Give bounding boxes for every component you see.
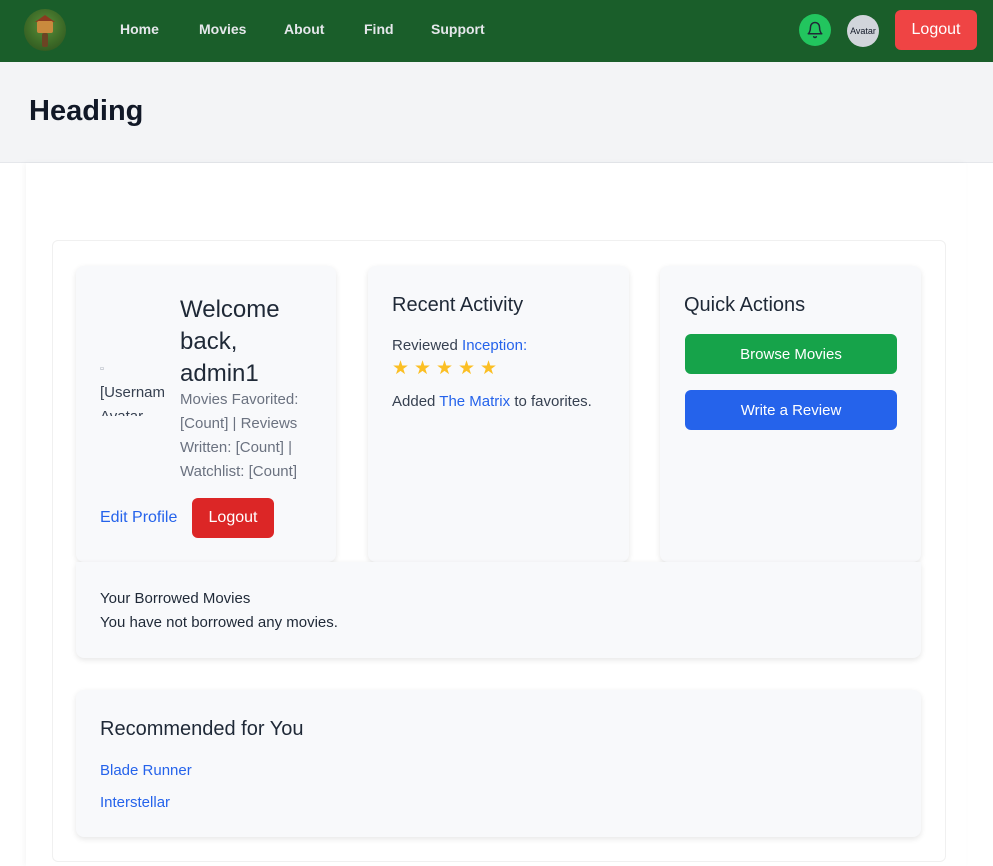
logo-trunk [42, 33, 48, 47]
activity-added-suffix: to favorites. [514, 393, 592, 410]
activity-favorite-line: Added The Matrix to favorites. [392, 390, 592, 414]
borrowed-empty-text: You have not borrowed any movies. [100, 614, 338, 631]
nav-link-find[interactable]: Find [364, 21, 394, 37]
nav-link-about[interactable]: About [284, 21, 324, 37]
nav-link-home[interactable]: Home [120, 21, 159, 37]
recommended-item-blade-runner[interactable]: Blade Runner [100, 762, 192, 779]
star-icon: ★ [436, 358, 454, 379]
quick-actions-heading: Quick Actions [684, 294, 806, 316]
browse-movies-button[interactable]: Browse Movies [685, 334, 897, 374]
bell-icon [807, 21, 823, 39]
user-stats: Movies Favorited: [Count] | Reviews Writ… [180, 391, 299, 480]
star-icon: ★ [392, 358, 410, 379]
movie-link-the-matrix[interactable]: The Matrix [439, 393, 510, 410]
nav-link-support[interactable]: Support [431, 21, 485, 37]
borrowed-movies-card: Your Borrowed Movies You have not borrow… [76, 562, 921, 658]
user-avatar[interactable]: Avatar [847, 15, 879, 47]
movie-link-inception[interactable]: Inception [462, 337, 523, 354]
star-icon: ★ [414, 358, 432, 379]
activity-added-prefix: Added [392, 393, 436, 410]
page-header: Heading [0, 62, 993, 163]
profile-avatar-image: ▫ [Username] Avatar [100, 356, 164, 416]
write-review-button[interactable]: Write a Review [685, 390, 897, 430]
activity-review-prefix: Reviewed [392, 337, 458, 354]
star-icon: ★ [458, 358, 476, 379]
card-logout-button[interactable]: Logout [192, 498, 274, 538]
recommended-heading: Recommended for You [100, 718, 304, 740]
quick-actions-card: Quick Actions Browse Movies Write a Revi… [660, 266, 921, 562]
logo-house [37, 21, 53, 33]
activity-review-line: Reviewed Inception: [392, 334, 527, 358]
welcome-card: ▫ [Username] Avatar Welcome back, admin1… [76, 266, 336, 562]
star-icon: ★ [480, 358, 498, 379]
recent-activity-card: Recent Activity Reviewed Inception: ★ ★ … [368, 266, 629, 562]
notifications-button[interactable] [799, 14, 831, 46]
nav-link-movies[interactable]: Movies [199, 21, 246, 37]
treehouse-logo[interactable] [24, 9, 66, 51]
page-title: Heading [29, 95, 144, 127]
top-navbar: Home Movies About Find Support Avatar Lo… [0, 0, 993, 62]
recommended-item-interstellar[interactable]: Interstellar [100, 794, 170, 811]
rating-stars: ★ ★ ★ ★ ★ [392, 358, 499, 379]
recent-activity-heading: Recent Activity [392, 294, 524, 316]
borrowed-heading: Your Borrowed Movies [100, 590, 251, 607]
edit-profile-link[interactable]: Edit Profile [100, 509, 177, 527]
activity-review-suffix: : [522, 337, 528, 354]
nav-logout-button[interactable]: Logout [895, 10, 977, 50]
avatar-alt-text: [Username] Avatar [100, 384, 164, 416]
recommended-card: Recommended for You Blade Runner Interst… [76, 690, 921, 837]
welcome-title: Welcome back, admin1 [180, 296, 280, 387]
broken-image-icon: ▫ [100, 363, 104, 375]
